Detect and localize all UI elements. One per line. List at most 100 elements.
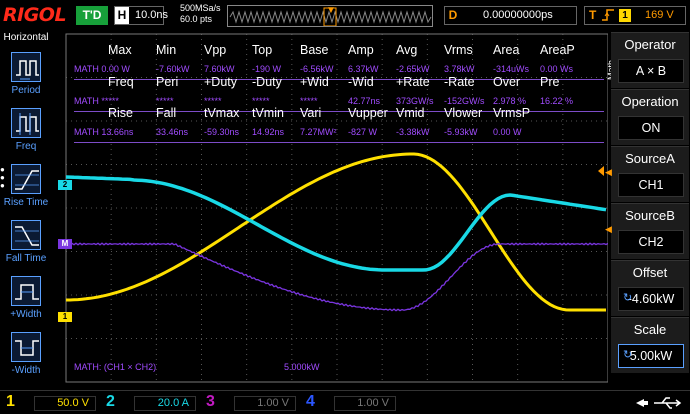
measurement-row-3: Rise Fall tVmax tVmin Vari Vupper Vmid Vlower Vr… (74, 105, 604, 143)
trigger-offset-value: 0.00000000ps (483, 9, 553, 21)
run-status-badge[interactable]: T'D (76, 6, 108, 25)
measurement-name: Pre (540, 75, 560, 89)
neg-width-label: -Width (11, 365, 41, 376)
submenu-arrow-icon: ◀ (605, 167, 612, 177)
measure-period-button[interactable]: Period (2, 48, 50, 104)
trigger-offset-box[interactable]: D 0.00000000ps (444, 6, 577, 25)
measurement-name: Top (252, 43, 273, 57)
horizontal-scale-box[interactable]: H 10.0ns (114, 6, 168, 25)
ch1-number: 1 (6, 393, 15, 410)
measurement-name: Vpp (204, 43, 227, 57)
measurement-value: 6.37kW (348, 64, 379, 74)
memory-waveform-overview: ▼ (227, 5, 433, 27)
measure-fall-time-button[interactable]: Fall Time (2, 216, 50, 272)
measure-freq-button[interactable]: Freq (2, 104, 50, 160)
measure-pos-width-button[interactable]: +Width (2, 272, 50, 328)
operation-softkey[interactable]: Operation ON (611, 89, 689, 145)
measurement-value: -6.56kW (300, 64, 334, 74)
source-b-value: CH2 (618, 230, 684, 254)
rising-edge-icon (601, 8, 615, 25)
divider (74, 142, 604, 143)
measurement-headers: Rise Fall tVmax tVmin Vari Vupper Vmid Vlower Vr… (74, 105, 604, 123)
measurement-name: tVmax (204, 106, 240, 120)
rigol-logo: RIGOL (3, 4, 67, 26)
horizontal-scale-value: 10.0ns (135, 9, 169, 21)
source-a-softkey[interactable]: ◀ SourceA CH1 (605, 146, 689, 202)
measurement-name: -Rate (444, 75, 475, 89)
measurement-name: -Wid (348, 75, 374, 89)
measurement-name: Area (493, 43, 520, 57)
ch1-status-tab[interactable]: 1 50.0 V (4, 393, 102, 413)
trigger-status-box[interactable]: T 1 169 V (584, 6, 686, 25)
measurement-value: -3.38kW (396, 127, 430, 137)
ch4-number: 4 (306, 393, 315, 410)
ch1-scale: 50.0 V (34, 396, 96, 411)
operator-softkey[interactable]: Operator A × B (611, 32, 689, 88)
measurement-value: -59.30ns (204, 127, 240, 137)
scale-softkey[interactable]: Scale ↻ 5.00kW (611, 317, 689, 373)
measurement-value: MATH 0.00 W (74, 64, 130, 74)
trigger-level-marker[interactable] (598, 166, 604, 176)
trigger-level-value: 169 V (645, 9, 674, 21)
offset-value: ↻ -4.60kW (618, 287, 684, 311)
measurement-value: 14.92ns (252, 127, 285, 137)
measurement-name: Vlower (444, 106, 483, 120)
measurement-name: +Rate (396, 75, 430, 89)
horizontal-indicator: H (115, 7, 129, 24)
ch2-trace (65, 175, 607, 272)
fall-time-icon (11, 220, 41, 250)
measurement-headers: Freq Peri +Duty -Duty +Wid -Wid +Rate -Rate Over… (74, 74, 604, 92)
measurement-value: 3.78kW (444, 64, 475, 74)
offset-label: Offset (632, 265, 668, 280)
measurement-name: Amp (348, 43, 374, 57)
ch2-number: 2 (106, 393, 115, 410)
measurement-name: VrmsP (493, 106, 531, 120)
measurement-value: -314uWs (493, 64, 530, 74)
measurement-value: 7.27MW² (300, 127, 337, 137)
ch2-status-tab[interactable]: 2 20.0 A (104, 393, 202, 413)
scale-value-text: 5.00kW (629, 349, 673, 363)
ch2-ground-marker[interactable]: 2 (58, 180, 72, 190)
top-status-bar: RIGOL T'D H 10.0ns 500MSa/s 60.0 pts ▼ D… (0, 0, 690, 32)
ch4-status-tab[interactable]: 4 1.00 V (304, 393, 402, 413)
ch3-number: 3 (206, 393, 215, 410)
measurement-values: MATH 13.66ns 33.46ns -59.30ns 14.92ns 7.27MW… (74, 124, 604, 142)
ch1-ground-marker[interactable]: 1 (58, 312, 72, 322)
source-a-label: SourceA (625, 151, 675, 166)
ch3-scale: 1.00 V (234, 396, 296, 411)
operator-label: Operator (624, 37, 676, 52)
pos-width-icon (11, 276, 41, 306)
measurement-name: Base (300, 43, 329, 57)
channel-status-bar: 1 50.0 V 2 20.0 A 3 1.00 V 4 1.00 V (0, 390, 690, 414)
period-label: Period (11, 85, 41, 96)
measurement-name: Vari (300, 106, 322, 120)
math-trace (65, 242, 608, 312)
math-softkey-menu: Math Operator A × B Operation ON ◀ Sourc… (605, 32, 690, 390)
measure-neg-width-button[interactable]: -Width (2, 328, 50, 384)
knob-icon: ↻ (623, 349, 633, 361)
measurement-value: -5.93kW (444, 127, 478, 137)
measurement-name: Over (493, 75, 521, 89)
measurement-name: Min (156, 43, 177, 57)
source-a-value: CH1 (618, 173, 684, 197)
math-ground-marker[interactable]: M (58, 239, 72, 249)
offset-value-text: -4.60kW (627, 292, 675, 306)
rise-time-icon (11, 164, 41, 194)
measurement-value: -7.60kW (156, 64, 190, 74)
measurement-name: Rise (108, 106, 134, 120)
measurement-name: Fall (156, 106, 177, 120)
source-b-label: SourceB (625, 208, 675, 223)
measurement-value: -2.65kW (396, 64, 430, 74)
delay-indicator: D (445, 7, 461, 24)
neg-width-icon (11, 332, 41, 362)
measure-rise-time-button[interactable]: Rise Time (2, 160, 50, 216)
scale-label: Scale (633, 322, 667, 337)
measurement-name: Peri (156, 75, 179, 89)
source-b-softkey[interactable]: ◀ SourceB CH2 (605, 203, 689, 259)
waveform-display[interactable]: Max Min Vpp Top Base Amp Avg Vrms Area AreaP MATH… (52, 32, 608, 390)
offset-softkey[interactable]: Offset ↻ -4.60kW (611, 260, 689, 316)
ch3-status-tab[interactable]: 3 1.00 V (204, 393, 302, 413)
ch4-scale: 1.00 V (334, 396, 396, 411)
speaker-icon (636, 399, 648, 407)
measurement-name: Max (108, 43, 132, 57)
